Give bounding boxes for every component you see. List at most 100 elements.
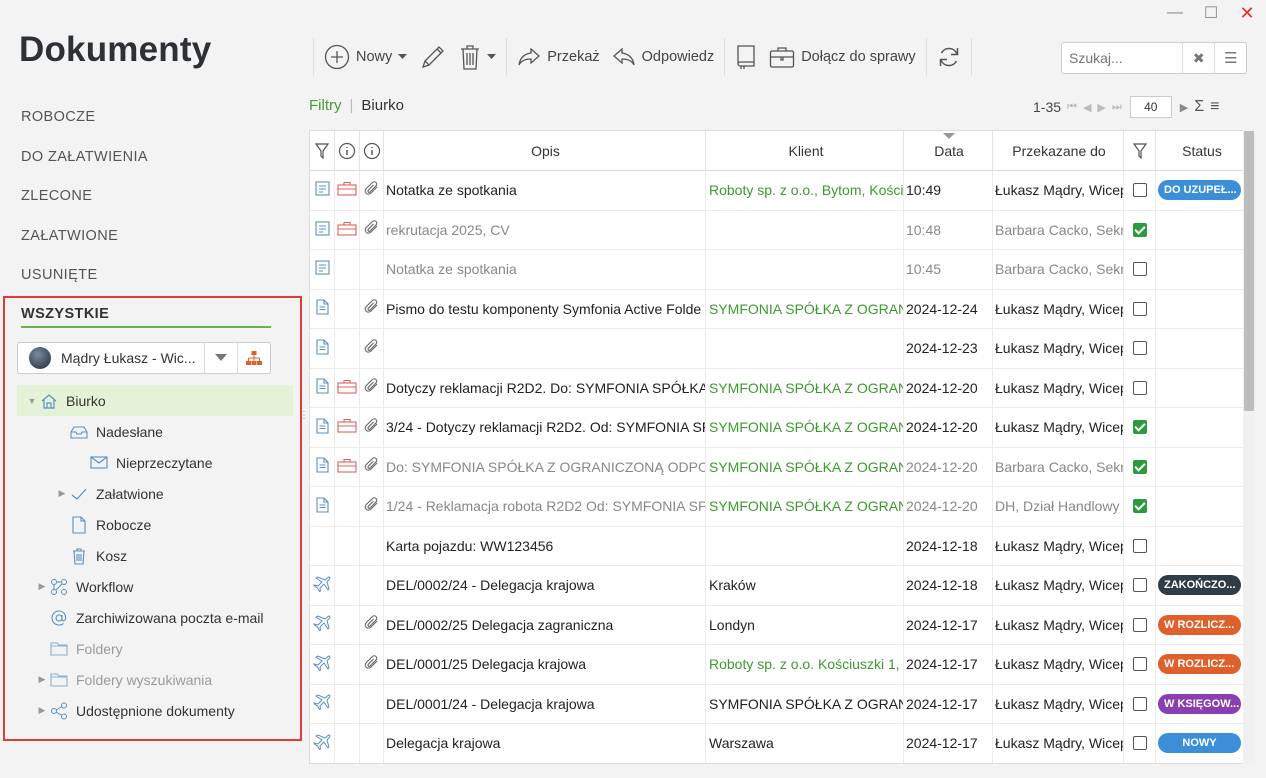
- row-checkbox[interactable]: [1132, 380, 1147, 395]
- forward-button[interactable]: Przekaż: [511, 37, 605, 77]
- case-cell: [335, 171, 360, 210]
- table-row[interactable]: Dotyczy reklamacji R2D2. Do: SYMFONIA SP…: [310, 368, 1254, 408]
- category-wszystkie[interactable]: WSZYSTKIE: [21, 306, 271, 328]
- table-row[interactable]: DEL/0002/24 - Delegacja krajowa Kraków 202…: [310, 566, 1254, 606]
- register-button[interactable]: [729, 37, 763, 77]
- new-button[interactable]: Nowy: [318, 37, 413, 77]
- first-page-button[interactable]: ⏮: [1067, 101, 1077, 114]
- case-cell: [335, 250, 360, 289]
- cell-klient: SYMFONIA SPÓŁKA Z OGRANI: [706, 447, 904, 486]
- tree-item-kosz[interactable]: Kosz: [17, 540, 293, 571]
- tree-item-zarchiwizowana-poczta-e-mail[interactable]: Zarchiwizowana poczta e-mail: [17, 602, 293, 633]
- expand-arrow-icon[interactable]: ▶: [55, 488, 69, 499]
- table-row[interactable]: 1/24 - Reklamacja robota R2D2 Od: SYMFON…: [310, 487, 1254, 527]
- category-robocze[interactable]: ROBOCZE: [21, 108, 271, 148]
- column-header-przekazane[interactable]: Przekazane do: [993, 131, 1124, 170]
- table-row[interactable]: 2024-12-23 Łukasz Mądry, Wicep: [310, 329, 1254, 369]
- table-row[interactable]: Delegacja krajowa Warszawa 2024-12-17 Łukas…: [310, 724, 1254, 763]
- row-checkbox[interactable]: [1132, 696, 1147, 711]
- tree-item-nadesłane[interactable]: Nadesłane: [17, 416, 293, 447]
- tree-item-foldery[interactable]: Foldery: [17, 633, 293, 664]
- status-cell: [1156, 408, 1246, 447]
- last-page-button[interactable]: ⏭: [1112, 101, 1122, 114]
- tree-item-załatwione[interactable]: ▶ Załatwione: [17, 478, 293, 509]
- search-menu-button[interactable]: ☰: [1214, 43, 1246, 73]
- info-column-header[interactable]: [360, 131, 384, 170]
- filters-link[interactable]: Filtry: [309, 97, 342, 114]
- expand-arrow-icon[interactable]: ▶: [35, 581, 49, 592]
- edit-button[interactable]: [413, 37, 453, 77]
- splitter-handle[interactable]: ⋮: [299, 411, 309, 428]
- category-zlecone[interactable]: ZLECONE: [21, 187, 271, 227]
- status-filter-header[interactable]: [1124, 131, 1156, 170]
- search-input[interactable]: [1062, 43, 1182, 73]
- reply-button[interactable]: Odpowiedz: [606, 37, 721, 77]
- expand-arrow-icon[interactable]: ▼: [25, 396, 39, 406]
- table-row[interactable]: DEL/0001/25 Delegacja krajowa Roboty sp. …: [310, 645, 1254, 685]
- table-row[interactable]: DEL/0002/25 Delegacja zagraniczna Londyn 2…: [310, 605, 1254, 645]
- column-header-data[interactable]: Data: [904, 131, 993, 170]
- table-row[interactable]: Pismo do testu komponenty Symfonia Activ…: [310, 289, 1254, 329]
- clear-search-button[interactable]: ✖: [1182, 43, 1214, 73]
- row-checkbox[interactable]: [1132, 262, 1147, 277]
- row-checkbox[interactable]: [1132, 301, 1147, 316]
- row-checkbox[interactable]: [1132, 459, 1147, 474]
- row-checkbox[interactable]: [1132, 183, 1147, 198]
- folder-tree: ▼ Biurko Nadesłane Nieprzeczytane ▶ Załatwion…: [17, 385, 293, 726]
- refresh-button[interactable]: [931, 37, 967, 77]
- column-header-status[interactable]: Status: [1156, 131, 1246, 170]
- table-row[interactable]: DEL/0001/24 - Delegacja krajowa SYMFONIA …: [310, 684, 1254, 724]
- row-checkbox[interactable]: [1132, 222, 1147, 237]
- column-header-klient[interactable]: Klient: [706, 131, 904, 170]
- org-chart-icon: [246, 351, 262, 365]
- row-checkbox[interactable]: [1132, 499, 1147, 514]
- cell-przekazane: Łukasz Mądry, Wicep: [993, 526, 1124, 565]
- tree-item-foldery-wyszukiwania[interactable]: ▶ Foldery wyszukiwania: [17, 664, 293, 695]
- tree-item-nieprzeczytane[interactable]: Nieprzeczytane: [17, 447, 293, 478]
- org-chart-button[interactable]: [237, 343, 270, 373]
- table-row[interactable]: Notatka ze spotkania 10:45 Barbara Cacko, …: [310, 250, 1254, 290]
- prev-page-button[interactable]: ◀: [1083, 101, 1091, 114]
- info-column-header[interactable]: [335, 131, 360, 170]
- row-checkbox[interactable]: [1132, 420, 1147, 435]
- table-row[interactable]: Notatka ze spotkania Roboty sp. z o.o., B…: [310, 171, 1254, 211]
- tree-item-robocze[interactable]: Robocze: [17, 509, 293, 540]
- sum-icon[interactable]: Σ: [1194, 98, 1204, 116]
- attachment-cell: [360, 408, 384, 447]
- category-zalatwione[interactable]: ZAŁATWIONE: [21, 227, 271, 267]
- scrollbar-thumb[interactable]: [1244, 131, 1254, 411]
- grid-menu-icon[interactable]: ≡: [1210, 98, 1219, 116]
- tree-item-workflow[interactable]: ▶ Workflow: [17, 571, 293, 602]
- pager-range: 1-35: [1033, 99, 1062, 115]
- app-title: Dokumenty: [19, 30, 212, 69]
- table-row[interactable]: rekrutacja 2025, CV 10:48 Barbara Cacko, S…: [310, 210, 1254, 250]
- row-checkbox[interactable]: [1132, 657, 1147, 672]
- tree-item-udostępnione-dokumenty[interactable]: ▶ Udostępnione dokumenty: [17, 695, 293, 726]
- minimize-button[interactable]: —: [1164, 4, 1186, 22]
- next-page-button[interactable]: ▶: [1097, 101, 1105, 114]
- delete-button[interactable]: [453, 37, 502, 77]
- row-checkbox[interactable]: [1132, 538, 1147, 553]
- row-checkbox[interactable]: [1132, 736, 1147, 751]
- table-row[interactable]: Do: SYMFONIA SPÓŁKA Z OGRANICZONĄ ODPOW S…: [310, 447, 1254, 487]
- doc-type-cell: [310, 368, 335, 407]
- maximize-button[interactable]: ☐: [1200, 4, 1222, 22]
- table-row[interactable]: Karta pojazdu: WW123456 2024-12-18 Łukasz …: [310, 526, 1254, 566]
- row-checkbox[interactable]: [1132, 617, 1147, 632]
- row-checkbox[interactable]: [1132, 578, 1147, 593]
- expand-arrow-icon[interactable]: ▶: [35, 705, 49, 716]
- expand-arrow-icon[interactable]: ▶: [35, 674, 49, 685]
- table-row[interactable]: 3/24 - Dotyczy reklamacji R2D2. Od: SYMF…: [310, 408, 1254, 448]
- user-dropdown-button[interactable]: [204, 343, 237, 373]
- attach-case-button[interactable]: Dołącz do sprawy: [763, 37, 921, 77]
- category-do-zalatwienia[interactable]: DO ZAŁATWIENIA: [21, 148, 271, 188]
- row-checkbox[interactable]: [1132, 341, 1147, 356]
- doc-type-cell: [310, 724, 335, 763]
- user-selector[interactable]: Mądry Łukasz - Wic...: [17, 342, 271, 374]
- page-size-next-button[interactable]: ▶: [1180, 101, 1188, 114]
- close-button[interactable]: ✕: [1236, 3, 1258, 23]
- column-header-opis[interactable]: Opis: [384, 131, 706, 170]
- page-size-input[interactable]: 40: [1129, 96, 1172, 118]
- tree-item-biurko[interactable]: ▼ Biurko: [17, 385, 293, 416]
- filter-column-header[interactable]: [310, 131, 335, 170]
